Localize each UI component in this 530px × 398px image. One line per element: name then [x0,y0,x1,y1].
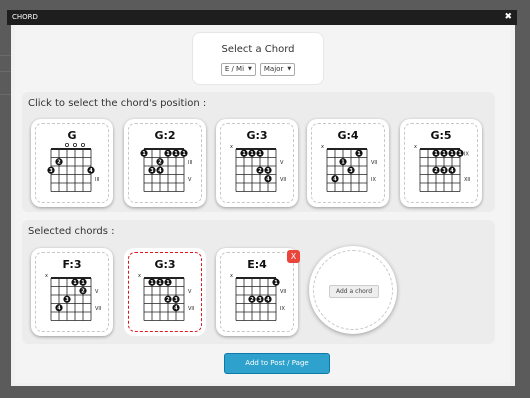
finger-number: 3 [442,168,446,174]
muted-string-marker: x [230,144,233,150]
chord-card[interactable]: G:5 x 1 1 1 1 2 3 4 IX XII [400,119,482,207]
open-string-marker [81,142,86,147]
fret-position-label: V [188,177,192,183]
muted-string-marker: x [138,273,141,279]
selected-label: Selected chords : [28,226,115,237]
finger-number: 1 [357,151,361,157]
finger-number: 1 [174,151,178,157]
fret-position-label: IX [371,177,376,183]
finger-number: 1 [442,151,446,157]
chord-diagram: x1 1 1 12 3 4IXXII [414,144,470,192]
finger-number: 3 [174,297,178,303]
fret-position-label: VII [371,160,377,166]
finger-number: 4 [57,306,61,312]
dialog-titlebar: CHORD ✖ [7,10,517,25]
positions-label: Click to select the chord's position : [28,98,207,109]
chord-type-select[interactable]: Major ▼ [259,63,296,76]
chord-diagram: 23 4III [47,142,99,192]
finger-number: 2 [166,297,170,303]
finger-number: 4 [333,177,337,183]
fret-position-label: IX [280,306,285,312]
note-select[interactable]: E / Mi ▼ [220,63,256,76]
fret-position-label: V [280,160,284,166]
dialog-title: CHORD [12,13,38,21]
chord-selector-title: Select a Chord [221,44,295,55]
finger-number: 1 [158,280,162,286]
finger-number: 2 [258,168,262,174]
chord-diagram: x 1 2 3 4 VII IX [230,273,286,321]
fret-position-label: V [95,289,99,295]
fret-position-label: V [188,289,192,295]
chord-diagram: x1 1 12 34VVII [230,144,286,192]
chord-card[interactable]: G:3 x 1 1 1 2 3 4 V VII [216,119,298,207]
finger-number: 1 [81,280,85,286]
muted-string-marker: x [45,273,48,279]
finger-number: 1 [450,151,454,157]
finger-number: 1 [250,151,254,157]
finger-number: 4 [158,168,162,174]
finger-number: 1 [182,151,186,157]
finger-number: 1 [166,151,170,157]
muted-string-marker: x [321,144,324,150]
open-string-marker [73,142,78,147]
finger-number: 1 [166,280,170,286]
chord-card[interactable]: G:2 1 1 1 1 2 3 4 III V [124,119,206,207]
remove-chord-button[interactable]: X [287,250,300,263]
muted-string-marker: x [414,144,417,150]
finger-number: 1 [150,280,154,286]
finger-number: 2 [158,160,162,166]
chord-card[interactable]: G 2 3 4 III [31,119,113,207]
chord-diagram: x1 1 12 34VVII [138,273,194,321]
finger-number: 4 [174,306,178,312]
chevron-down-icon: ▼ [287,66,292,72]
finger-number: 4 [266,177,270,183]
finger-number: 1 [341,160,345,166]
fret-position-label: VII [95,306,101,312]
chord-type-select-value: Major [263,65,284,73]
finger-number: 1 [274,280,278,286]
finger-number: 1 [73,280,77,286]
finger-number: 4 [266,297,270,303]
close-icon[interactable]: ✖ [504,10,512,25]
finger-number: 1 [258,151,262,157]
finger-number: 2 [434,168,438,174]
add-chord-button[interactable]: Add a chord [329,285,379,298]
chord-diagram: 1 1 1 123 4IIIV [140,148,192,192]
finger-number: 1 [434,151,438,157]
muted-string-marker: x [230,273,233,279]
finger-number: 3 [65,297,69,303]
finger-number: 3 [266,168,270,174]
fret-position-label: IX [464,151,469,157]
chevron-down-icon: ▼ [248,66,252,72]
finger-number: 4 [89,168,93,174]
finger-number: 3 [150,168,154,174]
fret-position-label: VII [280,177,286,183]
chord-card[interactable]: G:3 x 1 1 1 2 3 4 V VII [124,248,206,336]
chord-selector: Select a Chord E / Mi ▼ Major ▼ [192,32,324,85]
finger-number: 2 [250,297,254,303]
finger-number: 2 [57,160,61,166]
chord-card[interactable]: G:4 x 1 1 3 4 VII IX [307,119,389,207]
fret-position-label: III [95,177,99,183]
fret-position-label: VII [280,289,286,295]
finger-number: 3 [49,168,53,174]
chord-card[interactable]: E:4 x 1 2 3 4 VII IX [216,248,298,336]
note-select-value: E / Mi [224,65,245,73]
finger-number: 1 [142,151,146,157]
finger-number: 3 [349,168,353,174]
chord-card[interactable]: F:3 x 1 1 2 3 4 V VII [31,248,113,336]
add-chord-slot: Add a chord [309,246,397,334]
fret-position-label: XII [464,177,470,183]
finger-number: 2 [81,289,85,295]
add-to-post-button[interactable]: Add to Post / Page [224,353,330,374]
finger-number: 3 [258,297,262,303]
open-string-marker [65,142,70,147]
finger-number: 4 [450,168,454,174]
fret-position-label: VII [188,306,194,312]
finger-number: 1 [458,151,462,157]
fret-position-label: III [188,160,192,166]
chord-diagram: x1134VIIIX [321,144,377,192]
finger-number: 1 [242,151,246,157]
chord-diagram: x1 1234VVII [45,273,101,321]
